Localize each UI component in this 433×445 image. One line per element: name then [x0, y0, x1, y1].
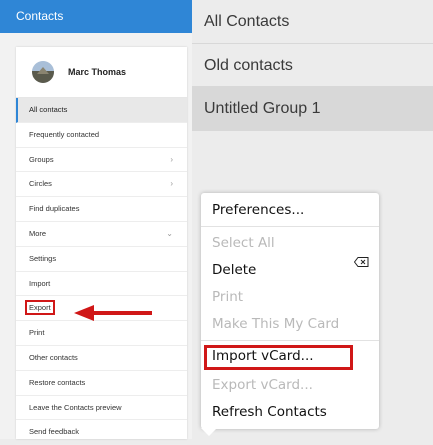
sidebar-item-label: Leave the Contacts preview: [29, 402, 122, 412]
sidebar-panel: Contacts Marc Thomas All contacts Freque…: [0, 0, 192, 445]
group-all-contacts[interactable]: All Contacts: [192, 0, 433, 44]
sidebar-item-label: Frequently contacted: [29, 129, 100, 139]
groups-list: All Contacts Old contacts Untitled Group…: [192, 0, 433, 131]
sidebar-card: Marc Thomas All contacts Frequently cont…: [16, 47, 187, 445]
red-arrow-annotation: [74, 305, 152, 321]
sidebar-item-restore-contacts[interactable]: Restore contacts: [16, 371, 187, 396]
sidebar-item-label: All contacts: [29, 105, 68, 114]
menu-item-make-this-my-card: Make This My Card: [212, 316, 340, 332]
sidebar-item-label: Other contacts: [29, 352, 78, 362]
sidebar-item-frequently-contacted[interactable]: Frequently contacted: [16, 123, 187, 148]
sidebar-item-label: Find duplicates: [29, 204, 80, 214]
sidebar-item-other-contacts[interactable]: Other contacts: [16, 346, 187, 371]
sidebar-item-label: Export: [29, 303, 51, 313]
chevron-down-icon: ⌄: [166, 228, 173, 238]
sidebar-item-find-duplicates[interactable]: Find duplicates: [16, 197, 187, 222]
context-menu-pointer: [201, 428, 217, 436]
menu-separator: [201, 340, 379, 341]
sidebar-item-more[interactable]: More ⌄: [16, 222, 187, 247]
sidebar-item-label: Print: [29, 328, 45, 338]
sidebar-item-label: Groups: [29, 154, 54, 164]
sidebar-item-settings[interactable]: Settings: [16, 247, 187, 272]
chevron-right-icon: ›: [170, 154, 173, 164]
sidebar-item-label: More: [29, 228, 47, 238]
avatar[interactable]: [32, 61, 54, 83]
menu-item-delete[interactable]: Delete: [212, 262, 256, 278]
group-old-contacts[interactable]: Old contacts: [192, 43, 433, 87]
chevron-right-icon: ›: [170, 179, 173, 189]
sidebar-item-label: Restore contacts: [29, 377, 86, 387]
menu-item-export-vcard: Export vCard...: [212, 377, 313, 393]
sidebar-item-label: Send feedback: [29, 427, 80, 437]
menu-item-preferences[interactable]: Preferences...: [212, 202, 304, 218]
menu-item-import-vcard[interactable]: Import vCard...: [212, 348, 314, 364]
menu-item-print: Print: [212, 289, 244, 305]
sidebar-item-circles[interactable]: Circles ›: [16, 172, 187, 198]
export-highlight-box: Export: [25, 300, 55, 316]
sidebar-menu: All contacts Frequently contacted Groups…: [16, 98, 187, 445]
profile-row[interactable]: Marc Thomas: [16, 47, 187, 98]
sidebar-item-import[interactable]: Import: [16, 272, 187, 297]
user-name: Marc Thomas: [68, 67, 127, 77]
menu-item-refresh-contacts[interactable]: Refresh Contacts: [212, 404, 327, 420]
sidebar-header: Contacts: [0, 0, 192, 33]
sidebar-item-print[interactable]: Print: [16, 321, 187, 346]
delete-key-icon: [354, 257, 369, 267]
sidebar-item-send-feedback[interactable]: Send feedback: [16, 420, 187, 445]
group-untitled-group-1[interactable]: Untitled Group 1: [192, 87, 433, 131]
sidebar-item-label: Import: [29, 278, 51, 288]
sidebar-item-all-contacts[interactable]: All contacts: [16, 98, 187, 123]
sidebar-item-label: Settings: [29, 253, 57, 263]
sidebar-item-label: Circles: [29, 179, 52, 189]
menu-separator: [201, 226, 379, 227]
context-menu: Preferences... Select All Delete Print M…: [201, 193, 379, 429]
menu-item-select-all: Select All: [212, 235, 275, 251]
sidebar-item-groups[interactable]: Groups ›: [16, 148, 187, 173]
sidebar-item-leave-preview[interactable]: Leave the Contacts preview: [16, 396, 187, 421]
